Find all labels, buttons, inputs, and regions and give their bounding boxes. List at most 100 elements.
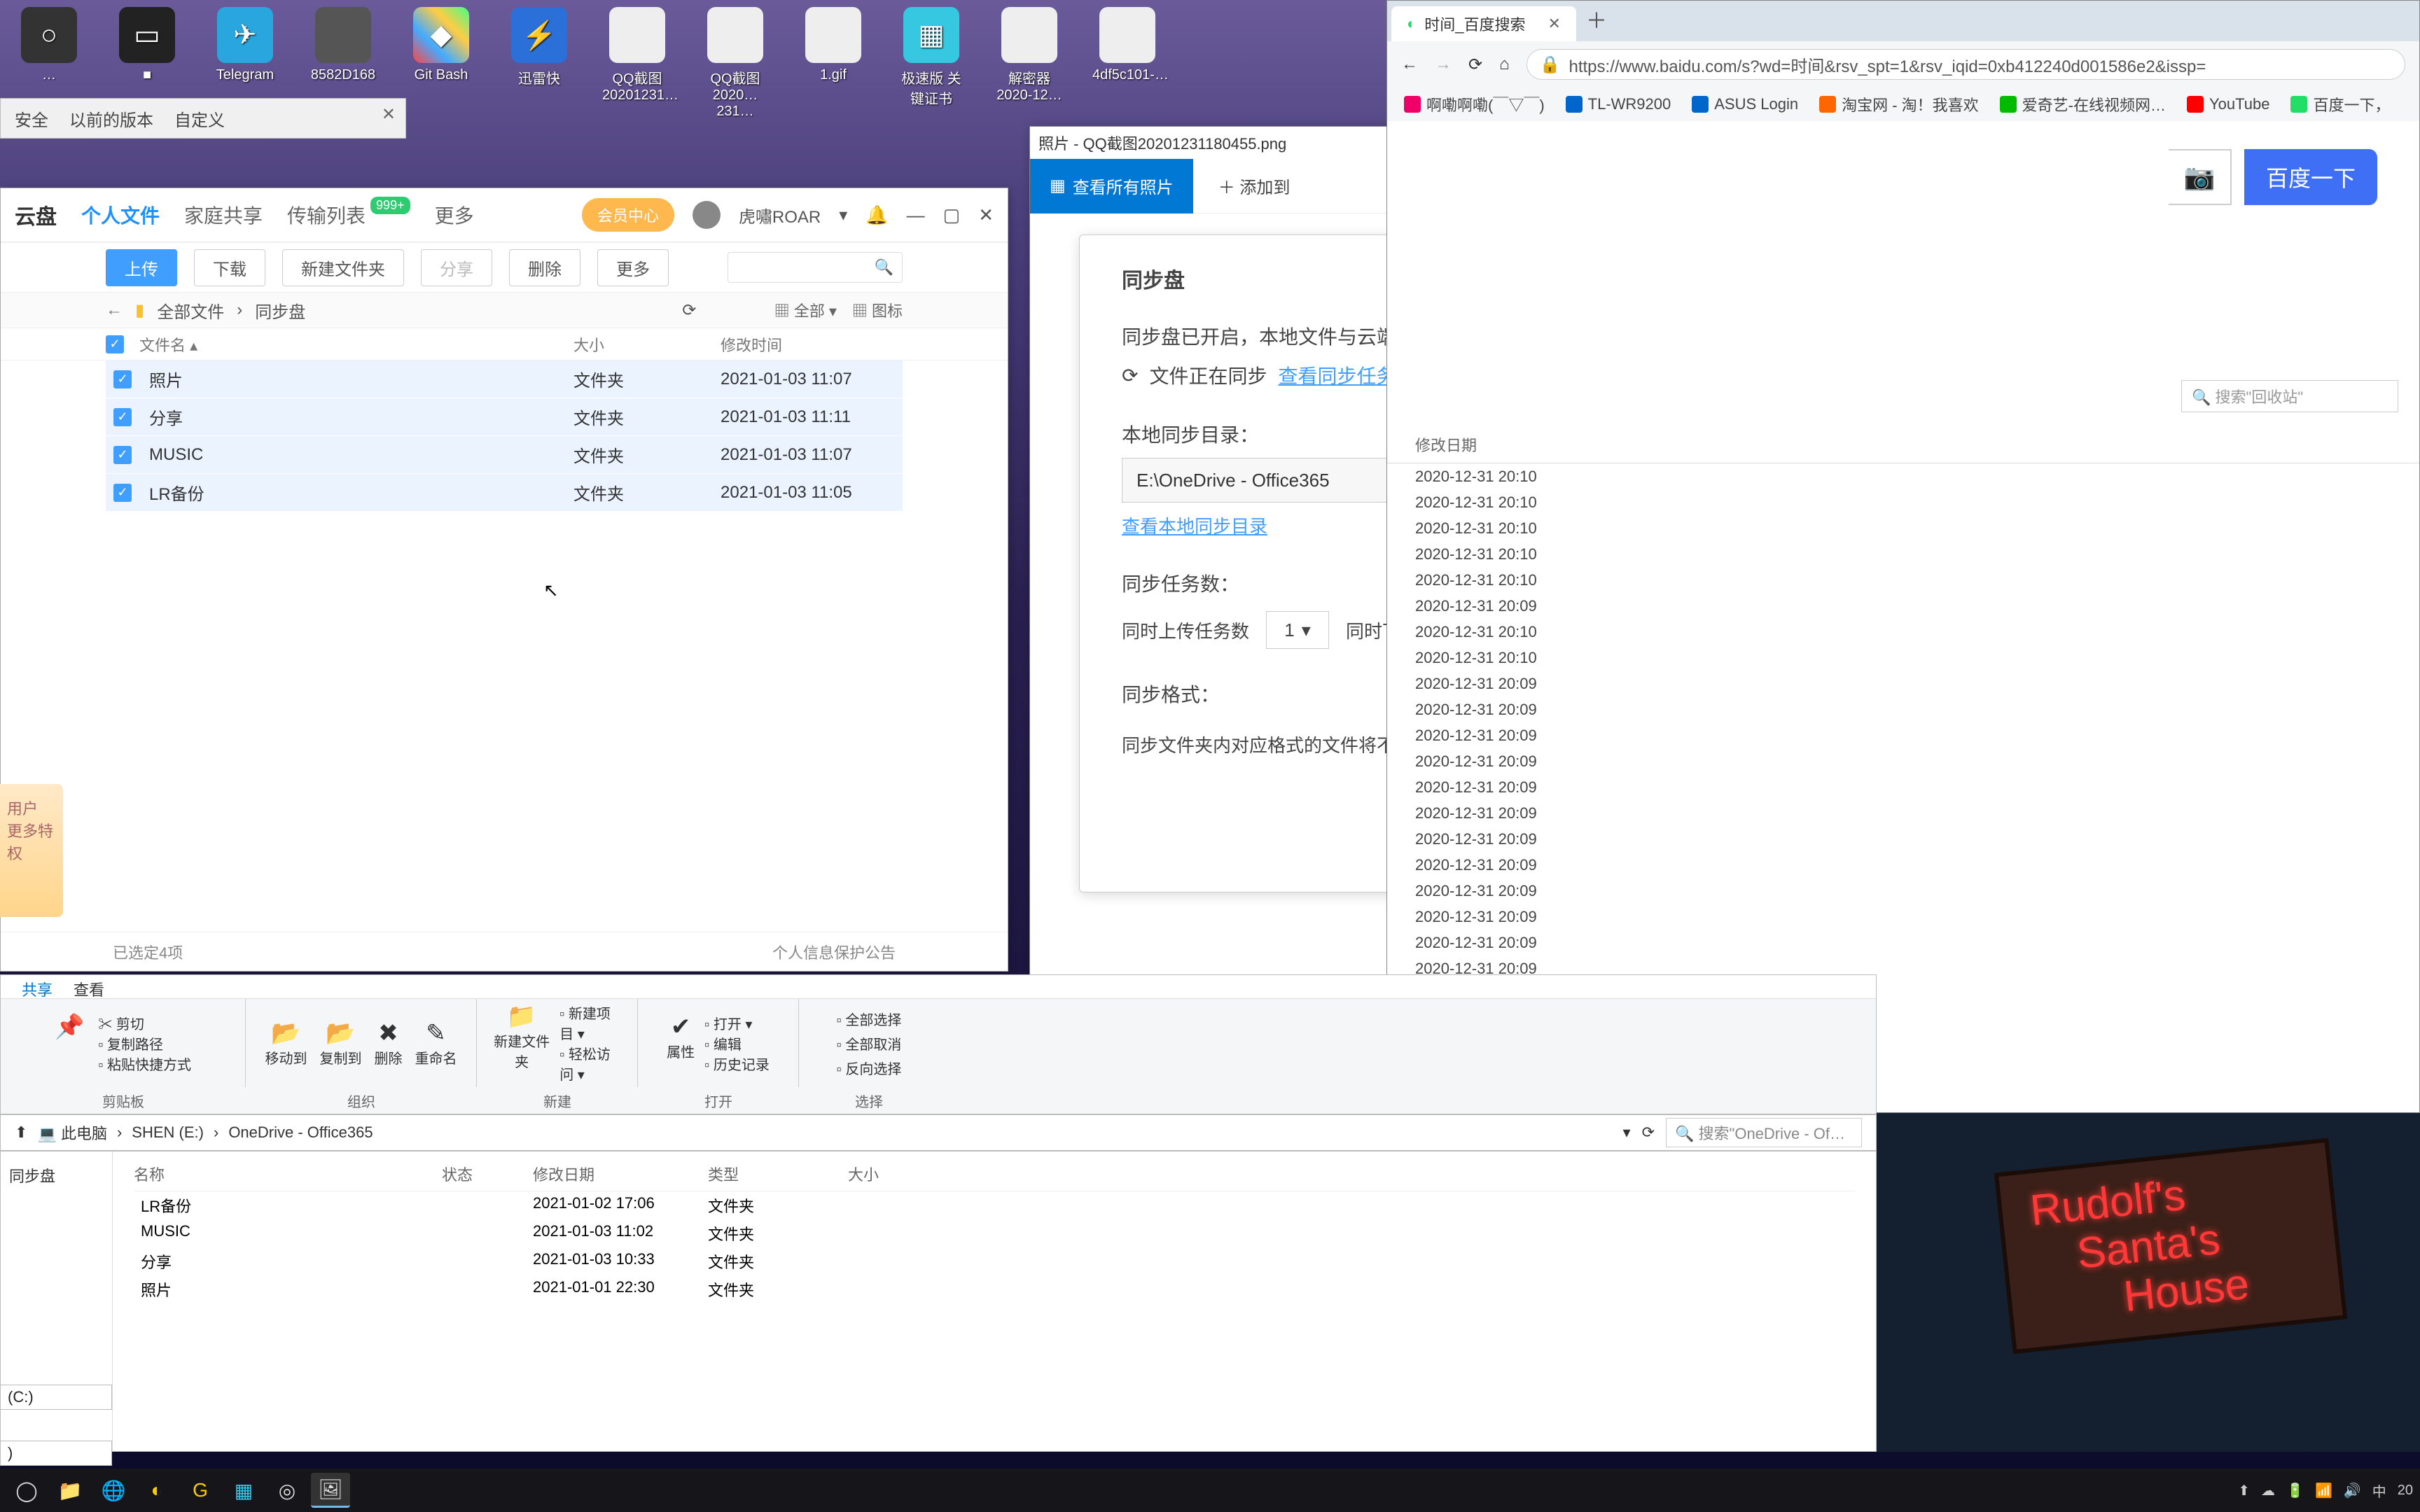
tab-security[interactable]: 安全: [15, 106, 48, 131]
edit-button[interactable]: ▫ 编辑: [704, 1033, 770, 1054]
new-tab-button[interactable]: ＋: [1586, 4, 1607, 34]
chevron-down-icon[interactable]: ▾: [839, 205, 847, 225]
tab-personal[interactable]: 个人文件: [81, 201, 160, 229]
desktop-icon[interactable]: 1.gif: [798, 7, 868, 120]
paste-shortcut-button[interactable]: ▫ 粘贴快捷方式: [98, 1054, 191, 1074]
desktop-icon[interactable]: ⚡迅雷快: [504, 7, 574, 120]
home-icon[interactable]: ⌂: [1499, 55, 1510, 74]
close-icon[interactable]: ✕: [382, 104, 396, 125]
recycle-row[interactable]: 2020-12-31 20:10: [1415, 541, 2391, 567]
tray-icon[interactable]: 🔋: [2286, 1482, 2304, 1499]
desktop-icon[interactable]: ▦极速版 关键证书: [896, 7, 966, 120]
tab-versions[interactable]: 以前的版本: [69, 106, 153, 131]
recycle-search-input[interactable]: 🔍 搜索"回收站": [2181, 380, 2398, 412]
desktop-icon[interactable]: 4df5c101-…: [1092, 7, 1162, 120]
invert-select-button[interactable]: ▫ 反向选择: [837, 1058, 902, 1078]
new-item-button[interactable]: ▫ 新建项目 ▾: [559, 1002, 620, 1043]
bookmark-item[interactable]: 爱奇艺-在线视频网…: [2000, 93, 2166, 115]
view-grid[interactable]: ▦ 图标: [852, 299, 903, 321]
more-button[interactable]: 更多: [597, 249, 669, 286]
tray-icon[interactable]: 🔊: [2344, 1482, 2361, 1499]
desktop-icon[interactable]: QQ截图2020…231…: [700, 7, 770, 120]
file-row[interactable]: ✓ MUSIC 文件夹 2021-01-03 11:07: [106, 436, 903, 474]
new-folder-button[interactable]: 新建文件夹: [282, 249, 404, 286]
col-name[interactable]: 名称: [134, 1163, 442, 1185]
explorer-row[interactable]: MUSIC 2021-01-03 11:02 文件夹: [134, 1219, 1855, 1247]
share-button[interactable]: 分享: [421, 249, 492, 286]
tray-icon[interactable]: ☁: [2261, 1482, 2275, 1499]
tab-custom[interactable]: 自定义: [174, 106, 225, 131]
back-icon[interactable]: ←: [106, 300, 123, 320]
properties-icon[interactable]: ✔: [667, 1013, 695, 1041]
col-type[interactable]: 类型: [708, 1163, 848, 1185]
file-row[interactable]: ✓ 照片 文件夹 2021-01-03 11:07: [106, 360, 903, 398]
col-date[interactable]: 修改日期: [1415, 433, 1632, 456]
ribbon-tab-share[interactable]: 共享: [22, 978, 53, 995]
upload-tasks-select[interactable]: 1 ▾: [1266, 611, 1329, 649]
select-all-checkbox[interactable]: ✓: [106, 335, 124, 354]
tray-icon[interactable]: 📶: [2315, 1482, 2332, 1499]
recycle-row[interactable]: 2020-12-31 20:10: [1415, 567, 2391, 593]
bookmark-item[interactable]: TL-WR9200: [1566, 95, 1671, 113]
taskbar-edge-icon[interactable]: 🌐: [94, 1473, 133, 1508]
col-date[interactable]: 修改时间: [721, 333, 903, 356]
browser-tab[interactable]: ◐ 时间_百度搜索 ✕: [1391, 6, 1576, 41]
drive-item[interactable]: ): [0, 1441, 112, 1466]
address-bar[interactable]: 🔒 https://www.baidu.com/s?wd=时间&rsv_spt=…: [1527, 49, 2405, 80]
recycle-row[interactable]: 2020-12-31 20:10: [1415, 463, 2391, 489]
promo-chip[interactable]: 用户更多特权: [0, 784, 63, 917]
start-button[interactable]: ◯: [7, 1473, 46, 1508]
recycle-row[interactable]: 2020-12-31 20:09: [1415, 593, 2391, 619]
username[interactable]: 虎嘯ROAR: [739, 203, 821, 227]
file-row[interactable]: ✓ 分享 文件夹 2021-01-03 11:11: [106, 398, 903, 436]
camera-search-icon[interactable]: 📷: [2169, 149, 2232, 205]
select-all-button[interactable]: ▫ 全部选择: [837, 1009, 902, 1029]
recycle-row[interactable]: 2020-12-31 20:09: [1415, 722, 2391, 748]
explorer-row[interactable]: 分享 2021-01-03 10:33 文件夹: [134, 1247, 1855, 1275]
new-folder-icon[interactable]: 📁: [494, 1002, 550, 1030]
recycle-row[interactable]: 2020-12-31 20:09: [1415, 696, 2391, 722]
view-local-dir-link[interactable]: 查看本地同步目录: [1122, 512, 1267, 538]
bookmark-item[interactable]: 淘宝网 - 淘！我喜欢: [1819, 93, 1979, 115]
member-button[interactable]: 会员中心: [582, 198, 674, 232]
back-icon[interactable]: ←: [1401, 55, 1418, 74]
minimize-icon[interactable]: —: [907, 204, 925, 226]
explorer-row[interactable]: LR备份 2021-01-02 17:06 文件夹: [134, 1191, 1855, 1219]
close-icon[interactable]: ✕: [978, 204, 994, 226]
taskbar-app-icon[interactable]: ▦: [224, 1473, 263, 1508]
maximize-icon[interactable]: ▢: [943, 204, 961, 226]
desktop-icon[interactable]: 解密器 2020-12…: [994, 7, 1064, 120]
recycle-row[interactable]: 2020-12-31 20:09: [1415, 904, 2391, 930]
delete-icon[interactable]: ✖: [375, 1019, 403, 1047]
tab-family[interactable]: 家庭共享: [184, 201, 263, 229]
bookmark-item[interactable]: 啊嘞啊嘞(￣▽￣): [1404, 93, 1545, 115]
select-none-button[interactable]: ▫ 全部取消: [837, 1033, 902, 1054]
recycle-row[interactable]: 2020-12-31 20:09: [1415, 852, 2391, 878]
see-all-photos-button[interactable]: ▦ 查看所有照片: [1030, 159, 1193, 214]
delete-button[interactable]: 删除: [509, 249, 580, 286]
close-tab-icon[interactable]: ✕: [1548, 15, 1561, 33]
privacy-link[interactable]: 个人信息保护公告: [772, 941, 896, 963]
desktop-icon[interactable]: ◆Git Bash: [406, 7, 476, 120]
moveto-icon[interactable]: 📂: [265, 1019, 307, 1047]
upload-button[interactable]: 上传: [106, 249, 177, 286]
taskbar-app-icon[interactable]: G: [181, 1473, 220, 1508]
baidu-search-button[interactable]: 百度一下: [2244, 149, 2377, 205]
recycle-row[interactable]: 2020-12-31 20:09: [1415, 826, 2391, 852]
copy-path-button[interactable]: ▫ 复制路径: [98, 1033, 191, 1054]
desktop-icon[interactable]: QQ截图20201231…: [602, 7, 672, 120]
recycle-row[interactable]: 2020-12-31 20:09: [1415, 800, 2391, 826]
copyto-icon[interactable]: 📂: [320, 1019, 362, 1047]
file-row[interactable]: ✓ LR备份 文件夹 2021-01-03 11:05: [106, 474, 903, 512]
cut-button[interactable]: ✂ 剪切: [98, 1013, 191, 1033]
bookmark-item[interactable]: ASUS Login: [1692, 95, 1798, 113]
rename-icon[interactable]: ✎: [415, 1019, 457, 1047]
bookmark-item[interactable]: YouTube: [2187, 95, 2269, 113]
tray-clock[interactable]: 20: [2398, 1483, 2413, 1499]
explorer-row[interactable]: 照片 2021-01-01 22:30 文件夹: [134, 1275, 1855, 1303]
avatar[interactable]: [693, 201, 721, 229]
download-button[interactable]: 下载: [194, 249, 265, 286]
recycle-row[interactable]: 2020-12-31 20:10: [1415, 489, 2391, 515]
search-input[interactable]: 🔍: [728, 252, 903, 283]
explorer-address-bar[interactable]: ⬆ 💻 此电脑› SHEN (E:)› OneDrive - Office365…: [0, 1114, 1877, 1151]
